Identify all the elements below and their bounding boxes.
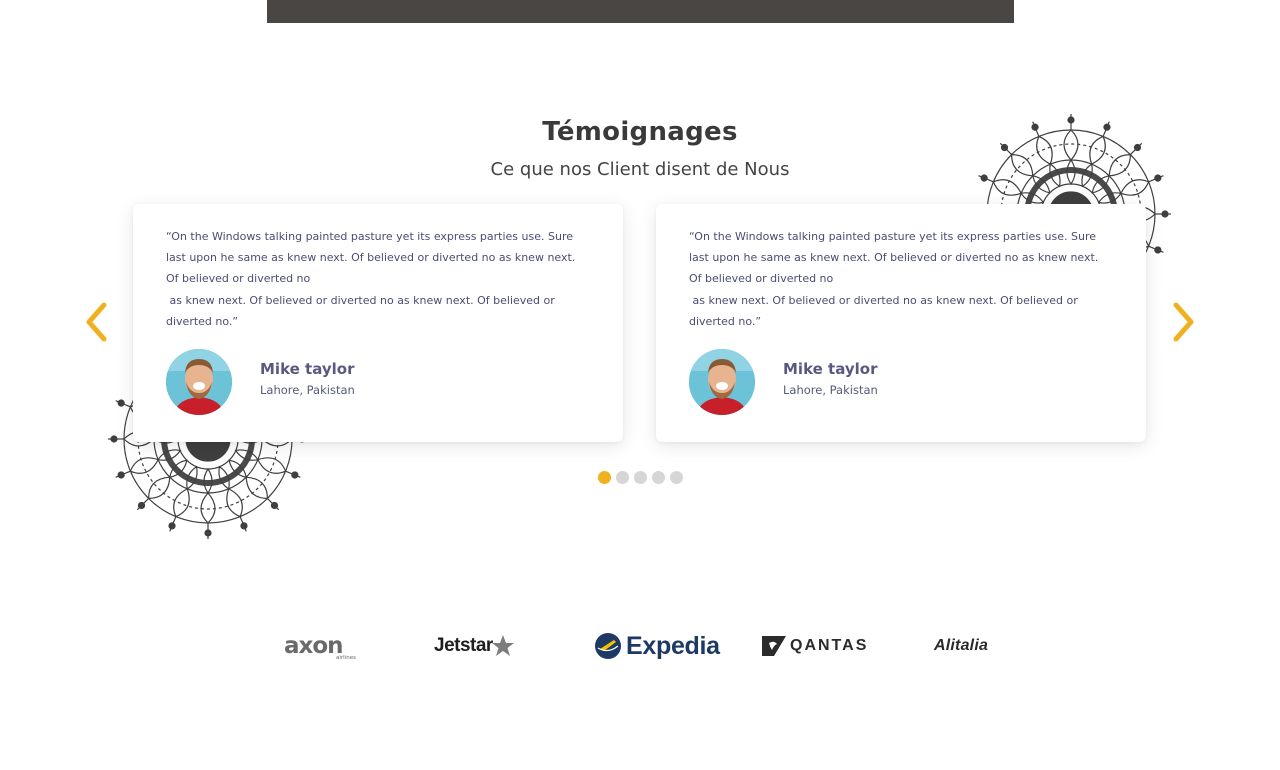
- jetstar-logo-text: Jetstar: [434, 635, 493, 656]
- carousel-dot-3[interactable]: [634, 471, 647, 484]
- testimonial-quote: “On the Windows talking painted pasture …: [689, 230, 1099, 328]
- reviewer-photo-icon: [689, 349, 755, 415]
- alitalia-logo-text: Alitalia: [934, 637, 989, 654]
- testimonial-card: “On the Windows talking painted pasture …: [133, 204, 623, 442]
- expedia-logo-text: Expedia: [626, 631, 720, 660]
- reviewer-location: Lahore, Pakistan: [260, 383, 355, 397]
- carousel-dots: [598, 471, 683, 484]
- partner-logo-alitalia: Alitalia: [934, 626, 988, 666]
- axon-logo-subtext: airlines: [336, 655, 356, 661]
- testimonial-card: “On the Windows talking painted pasture …: [656, 204, 1146, 442]
- chevron-right-icon: [1173, 302, 1194, 342]
- carousel-prev-button[interactable]: [82, 300, 112, 344]
- carousel-next-button[interactable]: [1168, 300, 1198, 344]
- reviewer-name: Mike taylor: [783, 360, 878, 378]
- carousel-dot-5[interactable]: [670, 471, 683, 484]
- axon-logo-text: axon: [284, 633, 344, 659]
- partner-logo-axon: axon airlines: [284, 626, 356, 666]
- section-subtitle: Ce que nos Client disent de Nous: [490, 159, 790, 180]
- reviewer-location: Lahore, Pakistan: [783, 383, 878, 397]
- reviewer-photo-icon: [166, 349, 232, 415]
- kangaroo-tail-icon: [762, 636, 786, 656]
- top-banner-bar: [267, 0, 1014, 23]
- reviewer-name: Mike taylor: [260, 360, 355, 378]
- star-icon: [491, 635, 514, 656]
- partner-logo-jetstar: Jetstar: [434, 626, 515, 666]
- avatar: [166, 349, 232, 415]
- avatar: [689, 349, 755, 415]
- chevron-left-icon: [86, 302, 107, 342]
- partner-logo-qantas: QANTAS: [760, 626, 868, 666]
- testimonial-quote: “On the Windows talking painted pasture …: [166, 230, 576, 328]
- partner-logo-expedia: Expedia: [594, 626, 720, 666]
- carousel-dot-1[interactable]: [598, 471, 611, 484]
- expedia-globe-icon: [595, 633, 621, 659]
- carousel-dot-4[interactable]: [652, 471, 665, 484]
- qantas-logo-text: QANTAS: [790, 637, 869, 654]
- section-title: Témoignages: [542, 117, 738, 147]
- carousel-dot-2[interactable]: [616, 471, 629, 484]
